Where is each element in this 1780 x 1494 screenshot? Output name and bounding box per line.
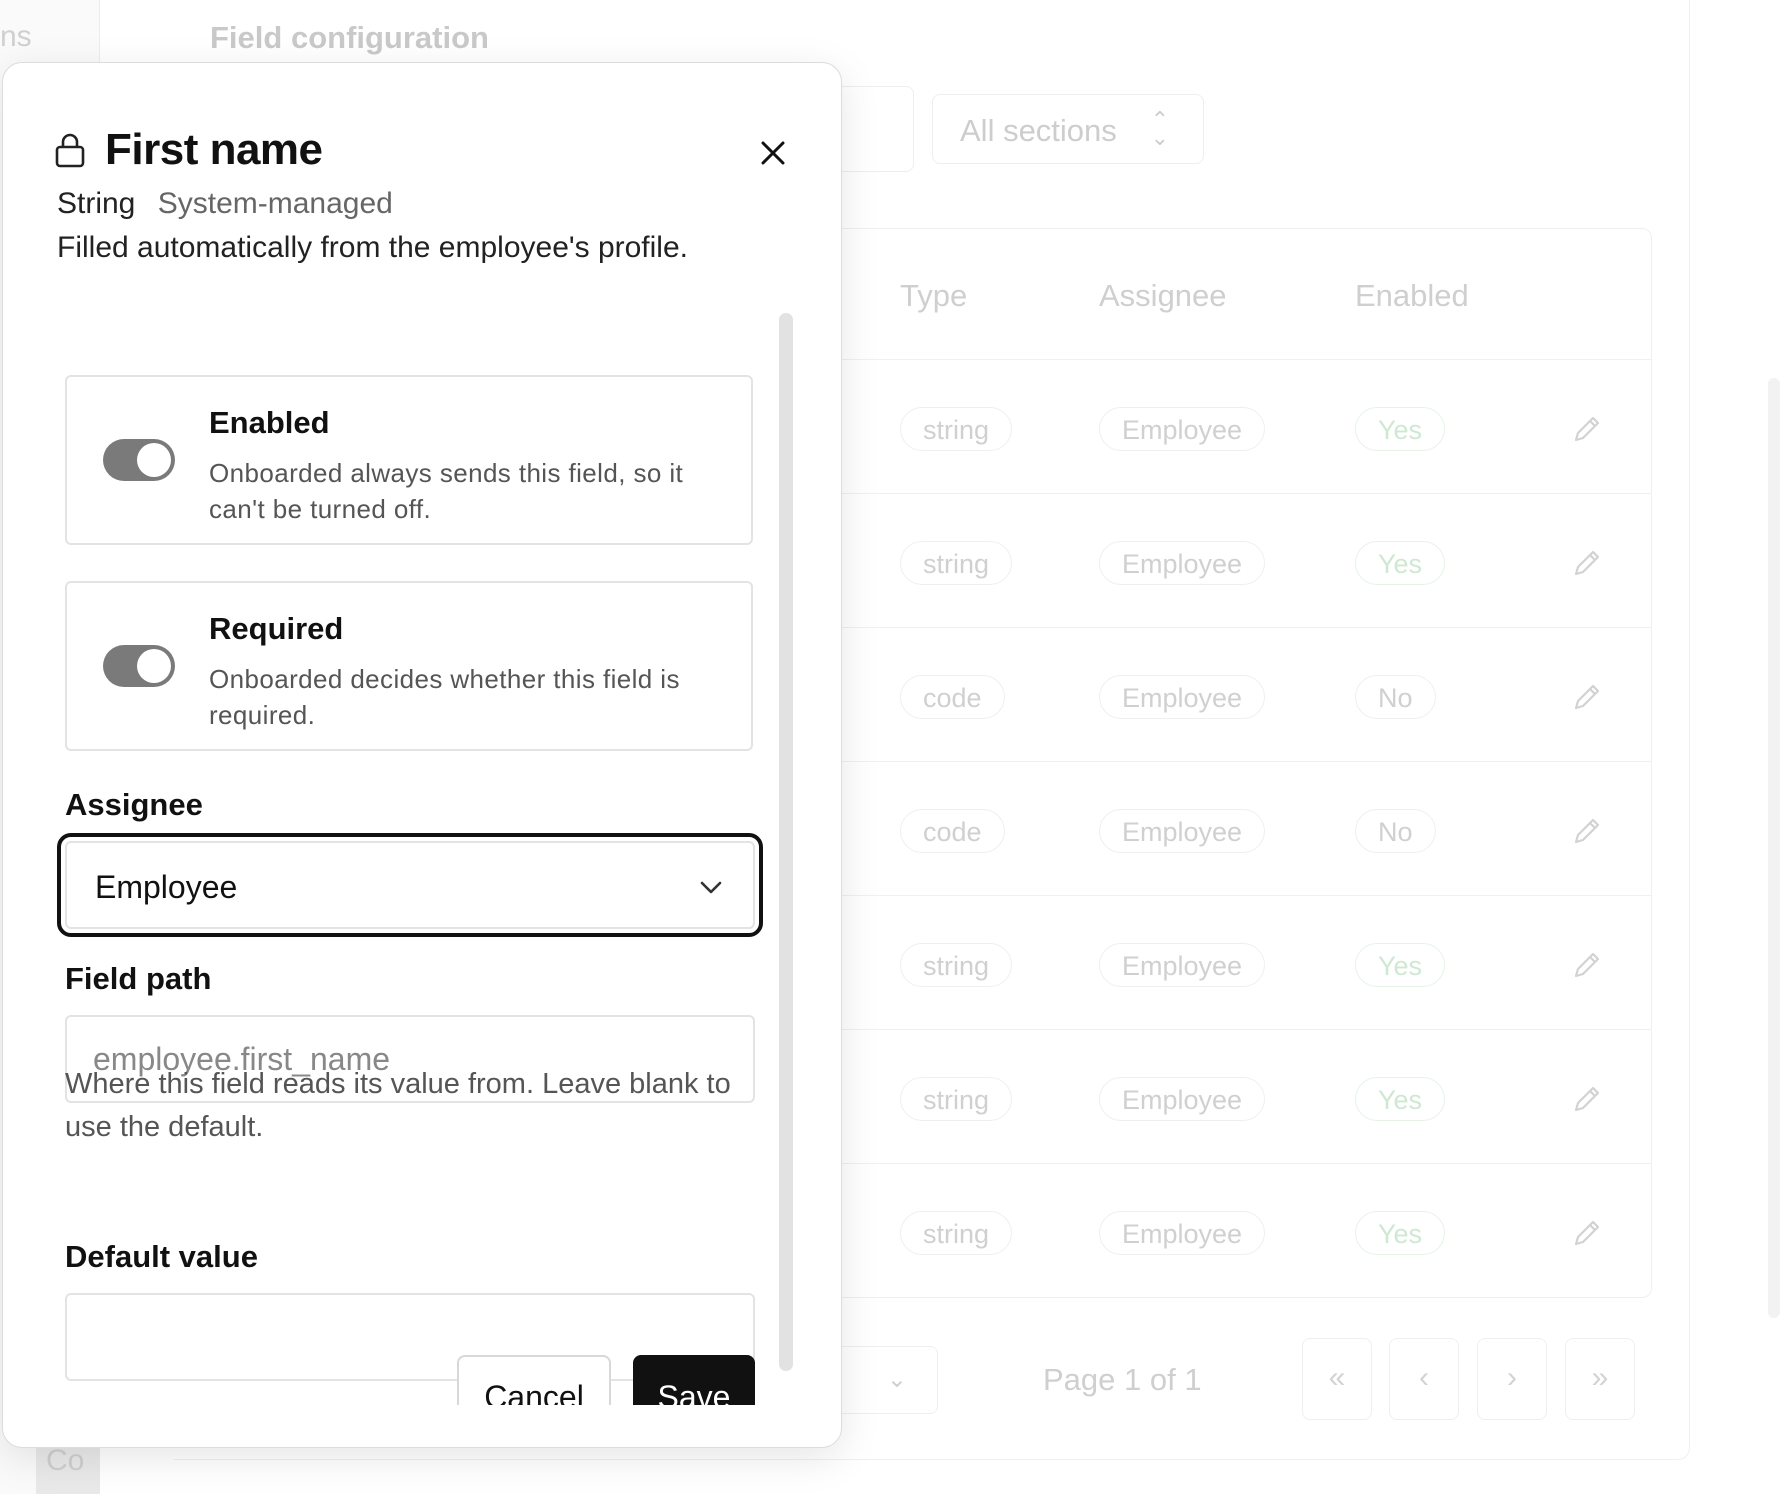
required-description: Onboarded decides whether this field is … (209, 664, 680, 730)
chevron-down-icon (700, 881, 722, 894)
assignee-badge: Employee (1099, 1211, 1266, 1255)
enabled-badge: No (1355, 675, 1436, 719)
cancel-button[interactable]: Cancel (457, 1355, 611, 1405)
pencil-icon (1570, 680, 1604, 714)
close-icon[interactable] (755, 135, 791, 171)
lock-icon (55, 133, 85, 168)
pencil-icon (1570, 546, 1604, 580)
dialog-body: Enabled Onboarded always sends this fiel… (3, 313, 841, 1405)
table-row (760, 359, 1652, 360)
field-description: Filled automatically from the employee's… (57, 231, 688, 264)
save-button[interactable]: Save (633, 1355, 755, 1405)
page-scrollbar (1768, 378, 1780, 1318)
last-page-button: » (1565, 1338, 1635, 1420)
type-badge: string (900, 407, 1013, 451)
section-filter-label: All sections (960, 113, 1117, 148)
enabled-card: Enabled Onboarded always sends this fiel… (65, 375, 753, 545)
first-page-button: « (1302, 1338, 1372, 1420)
required-title: Required (209, 611, 344, 646)
field-type: String (57, 187, 136, 220)
field-settings-dialog: First name String System-managed Filled … (2, 62, 842, 1448)
table-row (760, 895, 1652, 896)
pencil-icon (1570, 814, 1604, 848)
assignee-select[interactable]: Employee (65, 841, 755, 929)
fields-table (760, 228, 1652, 1298)
assignee-badge: Employee (1099, 809, 1266, 853)
sidebar-fragment: ns (0, 20, 32, 53)
field-path-label: Field path (65, 961, 212, 996)
pencil-icon (1570, 412, 1604, 446)
enabled-badge: Yes (1355, 541, 1446, 585)
type-badge: string (900, 1077, 1013, 1121)
pencil-icon (1570, 948, 1604, 982)
enabled-badge: No (1355, 809, 1436, 853)
enabled-badge: Yes (1355, 1211, 1446, 1255)
field-meta: String System-managed (57, 187, 393, 221)
assignee-badge: Employee (1099, 1077, 1266, 1121)
enabled-description: Onboarded always sends this field, so it… (209, 458, 684, 524)
pagination-label: Page 1 of 1 (1043, 1362, 1202, 1397)
enabled-badge: Yes (1355, 943, 1446, 987)
table-row (760, 493, 1652, 494)
column-header-enabled: Enabled (1355, 278, 1469, 313)
type-badge: string (900, 541, 1013, 585)
required-toggle[interactable] (103, 645, 175, 687)
table-row (760, 761, 1652, 762)
type-badge: string (900, 1211, 1013, 1255)
table-row (760, 1163, 1652, 1164)
field-path-help: Where this field reads its value from. L… (65, 1068, 731, 1143)
page-title: Field configuration (210, 20, 489, 55)
table-row (760, 627, 1652, 628)
dialog-header: First name (55, 125, 323, 175)
assignee-value: Employee (95, 869, 238, 905)
type-badge: code (900, 675, 1005, 719)
required-card: Required Onboarded decides whether this … (65, 581, 753, 751)
enabled-toggle[interactable] (103, 439, 175, 481)
chevron-down-icon: ⌄ (886, 1366, 907, 1393)
dialog-title: First name (105, 125, 323, 174)
section-filter: All sections ⌃ ⌄ (932, 94, 1204, 164)
next-page-button: › (1477, 1338, 1547, 1420)
assignee-badge: Employee (1099, 675, 1266, 719)
type-badge: string (900, 943, 1013, 987)
type-badge: code (900, 809, 1005, 853)
default-value-label: Default value (65, 1239, 258, 1274)
enabled-title: Enabled (209, 405, 330, 440)
enabled-badge: Yes (1355, 407, 1446, 451)
column-header-type: Type (900, 278, 968, 313)
column-header-assignee: Assignee (1099, 278, 1227, 313)
table-row (760, 1029, 1652, 1030)
assignee-badge: Employee (1099, 541, 1266, 585)
assignee-badge: Employee (1099, 943, 1266, 987)
assignee-label: Assignee (65, 787, 203, 822)
pencil-icon (1570, 1082, 1604, 1116)
chevron-updown-icon: ⌃ ⌄ (1150, 107, 1169, 150)
managed-badge: System-managed (157, 187, 393, 220)
prev-page-button: ‹ (1389, 1338, 1459, 1420)
assignee-badge: Employee (1099, 407, 1266, 451)
pencil-icon (1570, 1216, 1604, 1250)
enabled-badge: Yes (1355, 1077, 1446, 1121)
